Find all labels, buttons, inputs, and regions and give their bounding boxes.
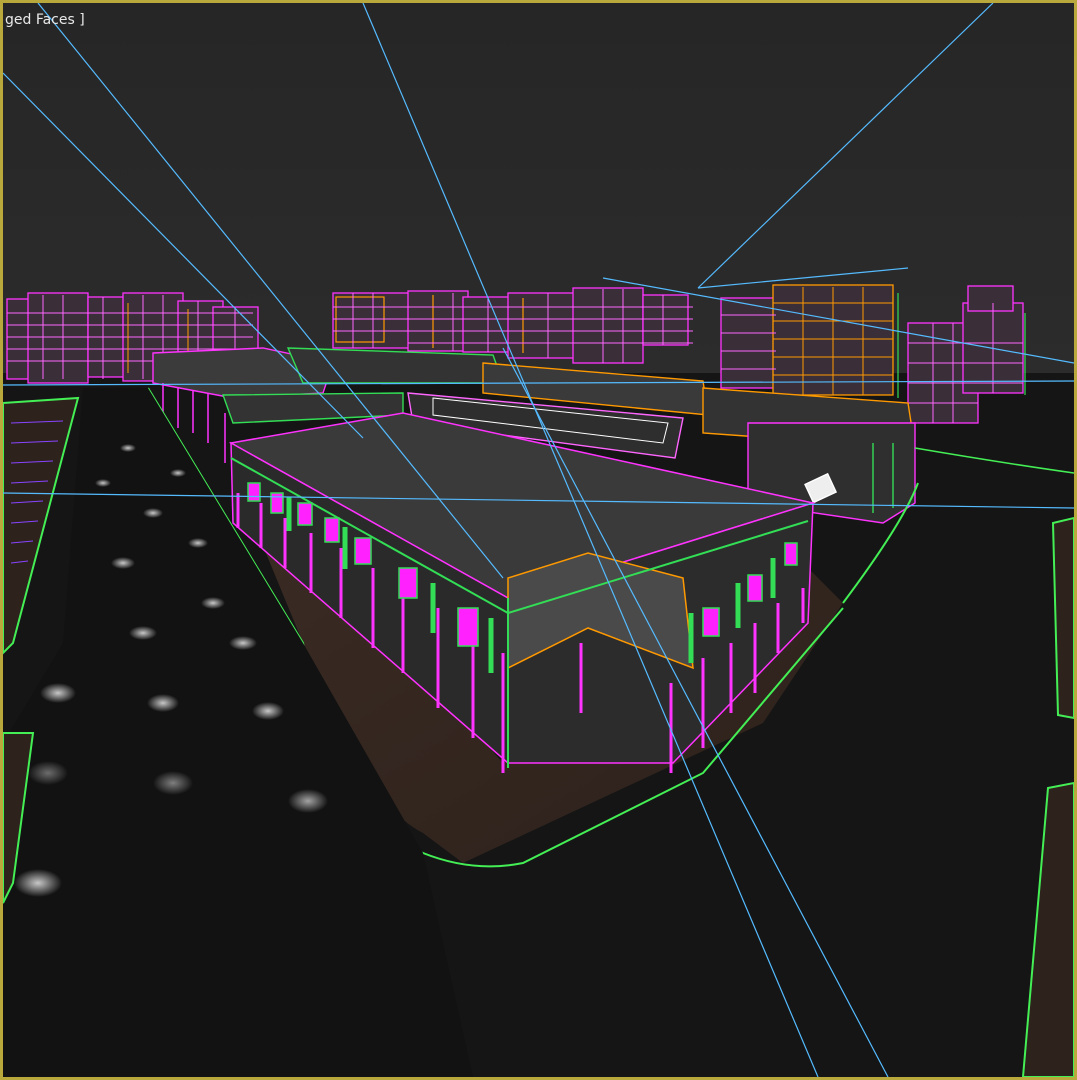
viewport-scene[interactable] [3, 3, 1074, 1077]
perspective-viewport[interactable]: ged Faces ] [0, 0, 1077, 1080]
viewport-shading-label[interactable]: ged Faces ] [5, 12, 85, 28]
